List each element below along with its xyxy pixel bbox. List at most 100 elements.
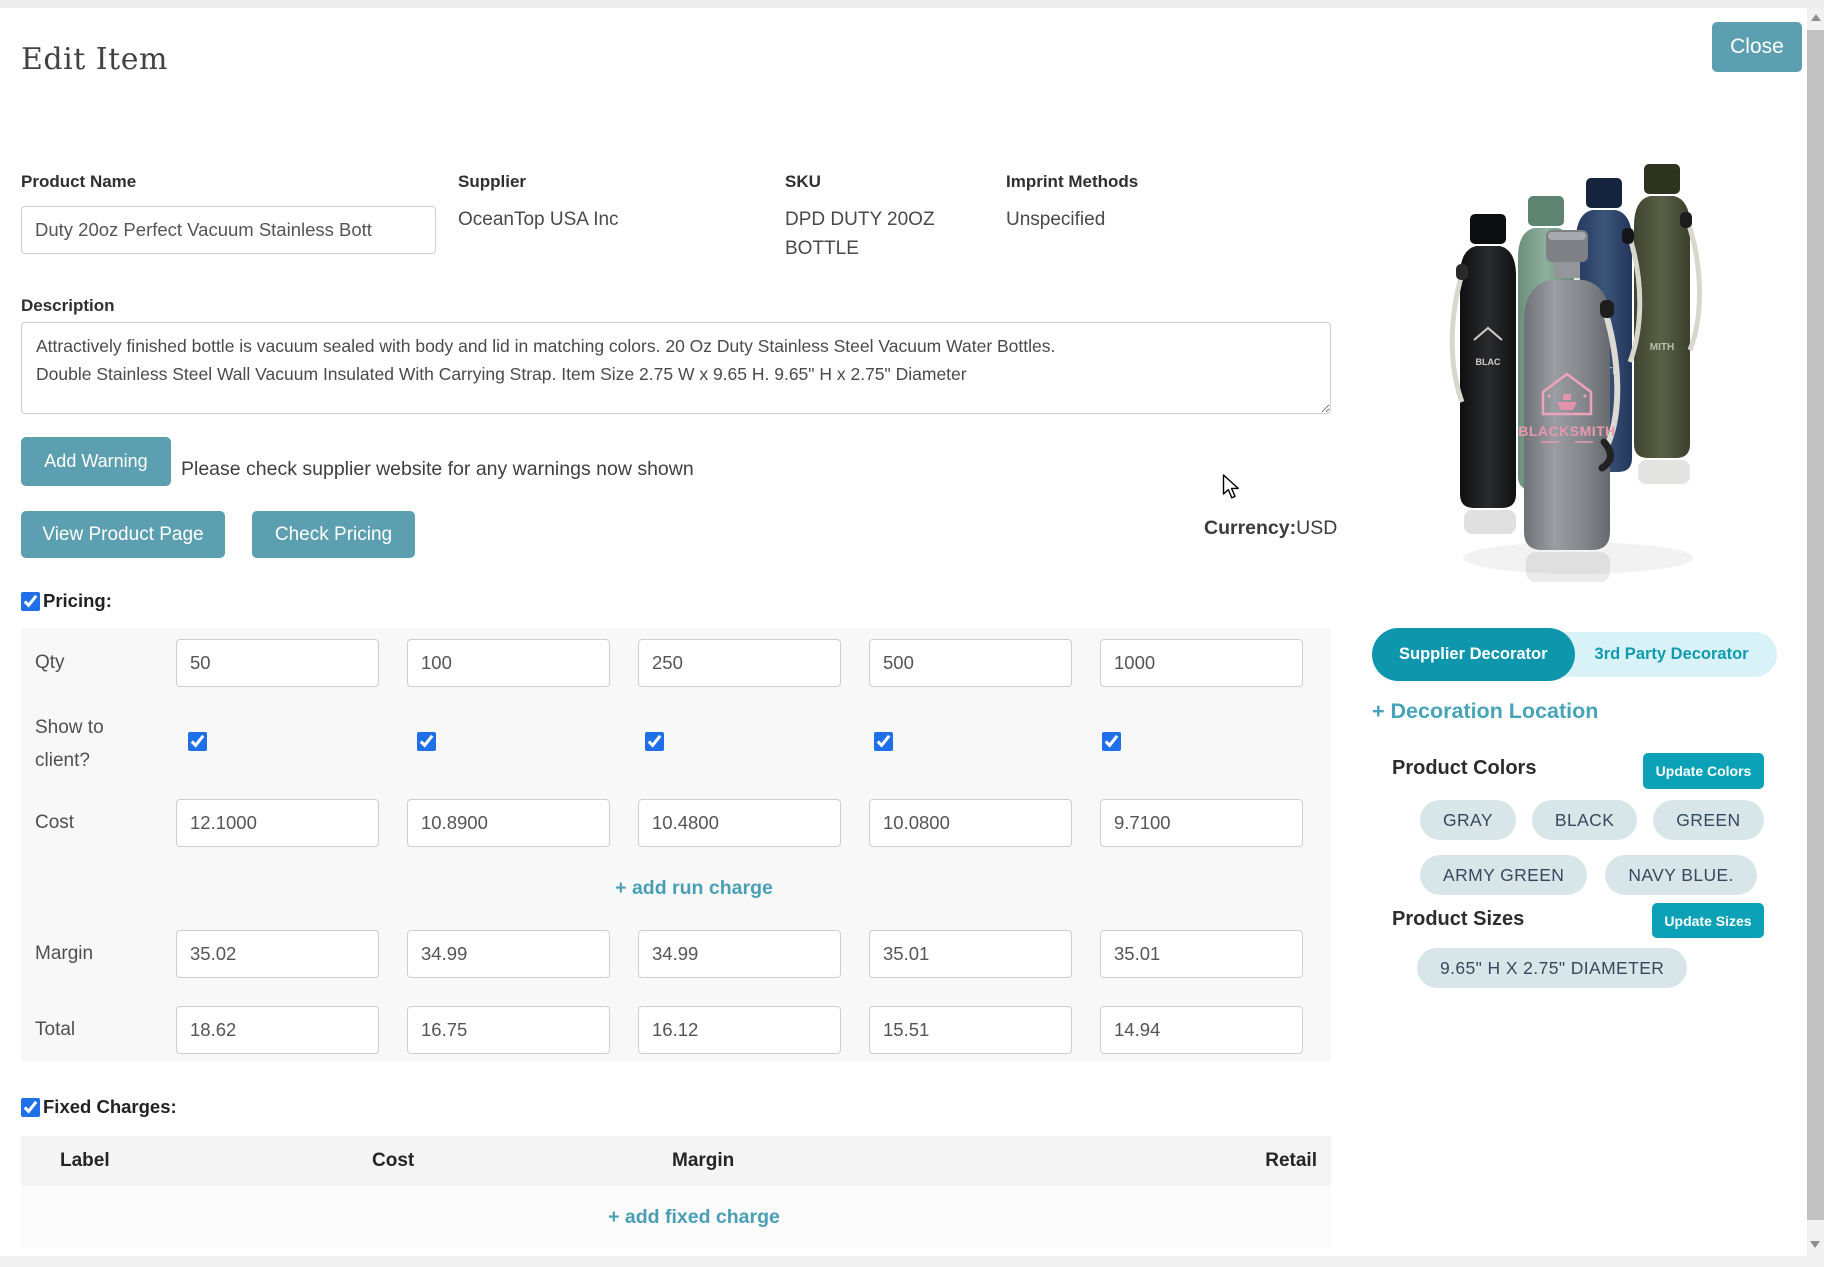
cost-input-1[interactable] xyxy=(407,799,610,847)
product-name-input[interactable] xyxy=(21,206,436,254)
scrollbar-horizontal[interactable] xyxy=(0,1256,1824,1267)
imprint-methods-label: Imprint Methods xyxy=(1006,172,1138,192)
sku-group: SKU DPD DUTY 20OZ BOTTLE xyxy=(785,172,975,263)
fixed-charges-header-retail: Retail xyxy=(1265,1150,1317,1172)
total-input-0[interactable] xyxy=(176,1006,379,1054)
fixed-charges-header-margin: Margin xyxy=(672,1150,1265,1172)
size-chip: 9.65" H X 2.75" DIAMETER xyxy=(1417,948,1687,988)
imprint-methods-value: Unspecified xyxy=(1006,206,1138,235)
show-checkbox-3[interactable] xyxy=(874,732,893,751)
scroll-down-icon[interactable] xyxy=(1810,1241,1820,1248)
color-chips-row-2: ARMY GREEN NAVY BLUE. xyxy=(1420,855,1757,895)
bottle-logo-text: BLACKSMITH xyxy=(1518,423,1616,439)
fixed-charges-table: Label Cost Margin Retail + add fixed cha… xyxy=(21,1136,1331,1248)
fixed-charges-empty-row: + add fixed charge xyxy=(21,1186,1331,1248)
check-pricing-button[interactable]: Check Pricing xyxy=(252,511,415,558)
qty-input-1[interactable] xyxy=(407,639,610,687)
description-label: Description xyxy=(21,296,115,316)
color-chip-black: BLACK xyxy=(1532,800,1637,840)
currency-value: USD xyxy=(1296,517,1337,539)
total-row: Total xyxy=(21,1006,1331,1054)
margin-input-2[interactable] xyxy=(638,930,841,978)
margin-input-0[interactable] xyxy=(176,930,379,978)
fixed-charges-section-header: Fixed Charges: xyxy=(21,1096,177,1118)
qty-input-3[interactable] xyxy=(869,639,1072,687)
currency-label: Currency: xyxy=(1204,517,1296,539)
show-checkbox-0[interactable] xyxy=(188,732,207,751)
cost-input-4[interactable] xyxy=(1100,799,1303,847)
mouse-cursor-icon xyxy=(1222,474,1244,505)
imprint-methods-group: Imprint Methods Unspecified xyxy=(1006,172,1138,235)
total-input-4[interactable] xyxy=(1100,1006,1303,1054)
decoration-location-link[interactable]: + Decoration Location xyxy=(1372,699,1598,724)
fixed-charges-label: Fixed Charges: xyxy=(43,1096,177,1118)
tab-3rd-party-decorator[interactable]: 3rd Party Decorator xyxy=(1549,632,1777,677)
total-input-1[interactable] xyxy=(407,1006,610,1054)
show-checkbox-1[interactable] xyxy=(417,732,436,751)
color-chip-navy-blue: NAVY BLUE. xyxy=(1605,855,1756,895)
margin-input-1[interactable] xyxy=(407,930,610,978)
qty-input-4[interactable] xyxy=(1100,639,1303,687)
product-colors-title: Product Colors xyxy=(1392,757,1536,780)
scroll-up-icon[interactable] xyxy=(1811,14,1821,21)
warning-text: Please check supplier website for any wa… xyxy=(181,458,694,481)
total-row-label: Total xyxy=(21,1006,176,1054)
scrollbar-vertical[interactable] xyxy=(1807,8,1824,1256)
sku-label: SKU xyxy=(785,172,975,192)
product-sizes-title: Product Sizes xyxy=(1392,908,1524,931)
cost-row-label: Cost xyxy=(21,799,176,847)
add-warning-button[interactable]: Add Warning xyxy=(21,437,171,486)
show-checkbox-2[interactable] xyxy=(645,732,664,751)
margin-row-label: Margin xyxy=(21,930,176,978)
supplier-value: OceanTop USA Inc xyxy=(458,206,619,235)
supplier-group: Supplier OceanTop USA Inc xyxy=(458,172,619,235)
product-name-group: Product Name xyxy=(21,172,436,254)
cost-row: Cost xyxy=(21,799,1331,847)
update-sizes-button[interactable]: Update Sizes xyxy=(1652,903,1764,938)
window-top-strip xyxy=(0,0,1824,8)
page-title: Edit Item xyxy=(21,42,168,77)
margin-input-3[interactable] xyxy=(869,930,1072,978)
close-button[interactable]: Close xyxy=(1712,22,1802,72)
margin-input-4[interactable] xyxy=(1100,930,1303,978)
pricing-section-header: Pricing: xyxy=(21,590,112,612)
decorator-tabs: Supplier Decorator 3rd Party Decorator xyxy=(1372,628,1777,681)
margin-row: Margin xyxy=(21,930,1331,978)
fixed-charges-header-cost: Cost xyxy=(372,1150,672,1172)
qty-input-0[interactable] xyxy=(176,639,379,687)
product-image: MITH SMITH SMITH BLAC xyxy=(1448,160,1710,590)
fixed-charges-header-row: Label Cost Margin Retail xyxy=(21,1136,1331,1186)
product-name-label: Product Name xyxy=(21,172,436,192)
add-run-charge-link[interactable]: + add run charge xyxy=(615,877,773,899)
sku-value: DPD DUTY 20OZ BOTTLE xyxy=(785,206,975,263)
qty-row: Qty xyxy=(21,639,1331,687)
cost-input-0[interactable] xyxy=(176,799,379,847)
pricing-checkbox[interactable] xyxy=(21,592,40,611)
size-chips-row: 9.65" H X 2.75" DIAMETER xyxy=(1417,948,1687,988)
total-input-3[interactable] xyxy=(869,1006,1072,1054)
pricing-table: Qty Show toclient? Cost + add run charge… xyxy=(21,628,1331,1062)
update-colors-button[interactable]: Update Colors xyxy=(1643,753,1764,789)
pricing-label: Pricing: xyxy=(43,590,112,612)
fixed-charges-checkbox[interactable] xyxy=(21,1098,40,1117)
qty-row-label: Qty xyxy=(21,639,176,687)
total-input-2[interactable] xyxy=(638,1006,841,1054)
add-run-charge-row: + add run charge xyxy=(21,877,1331,907)
cost-input-2[interactable] xyxy=(638,799,841,847)
view-product-page-button[interactable]: View Product Page xyxy=(21,511,225,558)
add-fixed-charge-link[interactable]: + add fixed charge xyxy=(608,1206,780,1229)
color-chips-row-1: GRAY BLACK GREEN xyxy=(1420,800,1764,840)
show-checkbox-4[interactable] xyxy=(1102,732,1121,751)
color-chip-gray: GRAY xyxy=(1420,800,1516,840)
fixed-charges-header-label: Label xyxy=(60,1150,372,1172)
description-textarea[interactable] xyxy=(21,322,1331,414)
supplier-label: Supplier xyxy=(458,172,619,192)
scrollbar-thumb[interactable] xyxy=(1807,30,1824,1220)
color-chip-green: GREEN xyxy=(1653,800,1763,840)
svg-text:MITH: MITH xyxy=(1650,342,1674,353)
cost-input-3[interactable] xyxy=(869,799,1072,847)
color-chip-army-green: ARMY GREEN xyxy=(1420,855,1587,895)
tab-supplier-decorator[interactable]: Supplier Decorator xyxy=(1372,628,1575,681)
qty-input-2[interactable] xyxy=(638,639,841,687)
svg-text:BLAC: BLAC xyxy=(1476,357,1501,367)
